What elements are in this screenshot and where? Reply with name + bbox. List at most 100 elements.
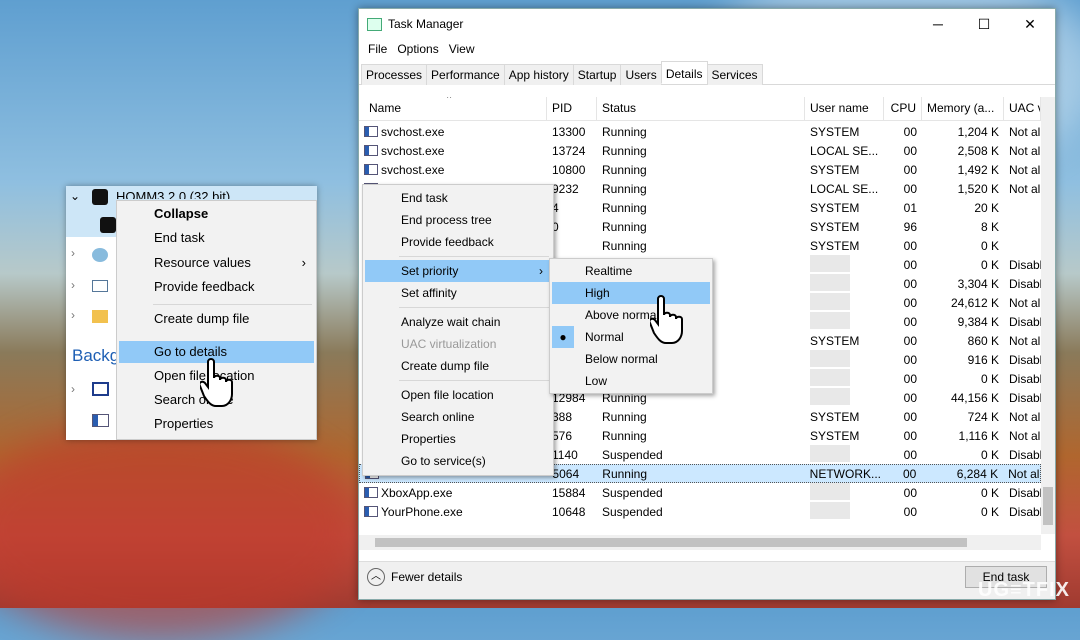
cell-text: SYSTEM [810, 162, 860, 177]
cell-text: SYSTEM [810, 200, 860, 215]
cell-text: Running [602, 200, 647, 215]
menu-item-properties[interactable]: Properties [119, 413, 314, 435]
cell-status: Suspended [597, 505, 805, 519]
cell-text: Not al [1009, 428, 1041, 443]
cell-text: 00 [903, 333, 917, 348]
cell-text: svchost.exe [381, 143, 445, 158]
table-row[interactable]: svchost.exe 13300 Running SYSTEM 00 1,204 K No… [359, 122, 1041, 141]
cell-mem: 3,304 K [922, 277, 1004, 291]
scrollbar-thumb[interactable] [375, 538, 967, 547]
chevron-down-icon[interactable]: ⌄ [70, 189, 80, 203]
tab-startup[interactable]: Startup [572, 64, 622, 85]
cell-user: SYSTEM [805, 429, 884, 443]
watermark-logo: UG≡TFIX [978, 579, 1070, 601]
menu-item-collapse[interactable]: Collapse [119, 203, 314, 225]
task-manager-icon [367, 17, 382, 31]
menu-item-properties[interactable]: Properties [365, 428, 551, 450]
chevron-right-icon[interactable]: › [71, 382, 75, 396]
column-pid[interactable]: PID [547, 97, 597, 120]
tab-users[interactable]: Users [620, 64, 662, 85]
menu-item-provide-feedback[interactable]: Provide feedback [119, 276, 314, 298]
priority-low[interactable]: Low [552, 370, 710, 392]
cell-text: 8 K [980, 219, 999, 234]
cell-mem: 9,384 K [922, 315, 1004, 329]
chevron-right-icon[interactable]: › [71, 308, 75, 322]
title-bar: Task Manager ─ ☐ ✕ [359, 9, 1055, 39]
fewer-details-link[interactable]: Fewer details [391, 570, 462, 584]
cell-status: Running [597, 182, 805, 196]
cell-user: NETWORK... [805, 467, 884, 481]
cell-mem: 44,156 K [922, 391, 1004, 405]
menu-file[interactable]: File [363, 42, 392, 56]
redacted-block [810, 311, 850, 329]
menu-item-set-affinity[interactable]: Set affinity [365, 282, 551, 304]
priority-below-normal[interactable]: Below normal [552, 348, 710, 370]
minimize-button[interactable]: ─ [915, 9, 961, 39]
chevron-right-icon[interactable]: › [71, 278, 75, 292]
table-row[interactable]: svchost.exe 10800 Running SYSTEM 00 1,492 K No… [359, 160, 1041, 179]
cell-text: 724 K [967, 409, 999, 424]
cell-user [805, 444, 884, 465]
monitor-icon [92, 280, 108, 292]
details-context-menu: End task End process tree Provide feedba… [362, 184, 554, 476]
horizontal-scrollbar[interactable] [359, 535, 1041, 550]
menu-item-create-dump-file[interactable]: Create dump file [365, 355, 551, 377]
maximize-button[interactable]: ☐ [961, 9, 1007, 39]
column-name[interactable]: Name [359, 97, 547, 120]
menu-options[interactable]: Options [392, 42, 443, 56]
chevron-right-icon[interactable]: › [71, 246, 75, 260]
cell-uac: Not al [1004, 182, 1041, 196]
cell-text: svchost.exe [381, 124, 445, 139]
cell-text: Not al [1009, 295, 1041, 310]
menu-view[interactable]: View [444, 42, 480, 56]
column-uac[interactable]: UAC v [1004, 97, 1041, 120]
menu-item-end-process-tree[interactable]: End process tree [365, 209, 551, 231]
cell-text: 2,508 K [957, 143, 999, 158]
menu-item-open-file-location[interactable]: Open file location [365, 384, 551, 406]
menu-item-create-dump-file[interactable]: Create dump file [119, 308, 314, 330]
cell-mem: 0 K [922, 486, 1004, 500]
menu-item-provide-feedback[interactable]: Provide feedback [365, 231, 551, 253]
tab-details[interactable]: Details [660, 61, 708, 84]
cell-cpu: 00 [884, 125, 922, 139]
vertical-scrollbar[interactable] [1041, 97, 1055, 534]
table-header: Name PID Status User name CPU Memory (a.… [359, 97, 1041, 121]
chevron-up-icon[interactable]: ︿ [367, 568, 385, 586]
column-user-name[interactable]: User name [805, 97, 884, 120]
cell-mem: 860 K [922, 334, 1004, 348]
menu-item-analyze-wait-chain[interactable]: Analyze wait chain [365, 311, 551, 333]
table-row[interactable]: XboxApp.exe 15884 Suspended 00 0 K Disabl [359, 482, 1041, 503]
cell-user [805, 482, 884, 503]
menu-item-end-task[interactable]: End task [365, 187, 551, 209]
tab-performance[interactable]: Performance [426, 64, 505, 85]
tab-processes[interactable]: Processes [361, 64, 428, 85]
tab-app-history[interactable]: App history [503, 64, 574, 85]
menu-item-resource-values[interactable]: Resource values › [119, 252, 314, 274]
column-memory[interactable]: Memory (a... [922, 97, 1004, 120]
column-cpu[interactable]: CPU [884, 97, 922, 120]
cell-text: 3,304 K [957, 276, 999, 291]
cell-text: Not al [1009, 409, 1041, 424]
tab-services[interactable]: Services [706, 64, 763, 85]
chevron-right-icon: › [301, 255, 306, 270]
menu-separator [153, 304, 312, 305]
close-button[interactable]: ✕ [1007, 9, 1053, 39]
column-status[interactable]: Status [597, 97, 805, 120]
cell-uac: Not al [1004, 163, 1041, 177]
cell-text: SYSTEM [810, 124, 860, 139]
priority-realtime[interactable]: Realtime [552, 260, 710, 282]
menu-item-end-task[interactable]: End task [119, 227, 314, 249]
table-row[interactable]: svchost.exe 13724 Running LOCAL SE... 00 2,50… [359, 141, 1041, 160]
menu-item-set-priority[interactable]: Set priority › [365, 260, 551, 282]
cell-user [805, 387, 884, 408]
menu-item-go-to-services[interactable]: Go to service(s) [365, 450, 551, 472]
cell-text: 00 [903, 276, 917, 291]
cell-text: 1140 [552, 447, 578, 462]
cell-text: 00 [903, 409, 917, 424]
process-icon [364, 505, 378, 517]
table-row[interactable]: YourPhone.exe 10648 Suspended 00 0 K Disabl [359, 501, 1041, 521]
cell-uac: Disabl [1004, 505, 1041, 519]
menu-item-search-online[interactable]: Search online [365, 406, 551, 428]
scrollbar-thumb[interactable] [1043, 487, 1053, 525]
paint-icon [92, 248, 108, 262]
